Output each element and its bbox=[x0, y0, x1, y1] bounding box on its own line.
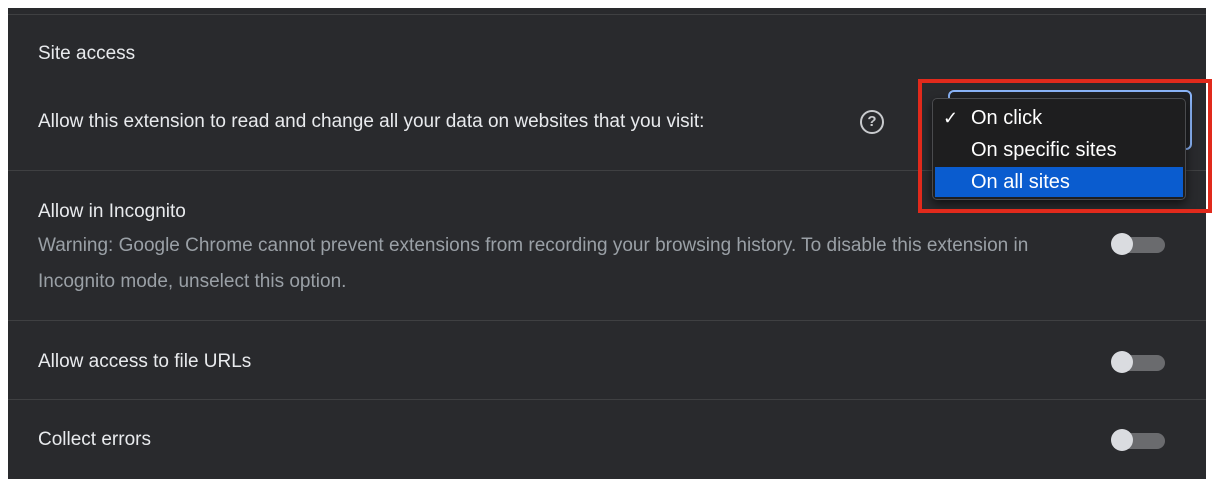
collect-errors-toggle[interactable] bbox=[1111, 429, 1165, 451]
toggle-knob bbox=[1111, 233, 1133, 255]
toggle-knob bbox=[1111, 351, 1133, 373]
incognito-warning: Warning: Google Chrome cannot prevent ex… bbox=[38, 235, 1029, 292]
site-access-heading: Site access bbox=[38, 43, 136, 64]
collect-errors-title: Collect errors bbox=[38, 429, 151, 450]
file-urls-toggle[interactable] bbox=[1111, 351, 1165, 373]
divider bbox=[8, 320, 1206, 321]
divider bbox=[8, 14, 1206, 15]
incognito-toggle[interactable] bbox=[1111, 233, 1165, 255]
annotation-highlight-box bbox=[918, 79, 1212, 213]
incognito-title: Allow in Incognito bbox=[38, 201, 186, 222]
site-access-description: Allow this extension to read and change … bbox=[38, 111, 705, 132]
help-circle-icon[interactable]: ? bbox=[860, 110, 884, 134]
file-urls-title: Allow access to file URLs bbox=[38, 351, 252, 372]
divider bbox=[8, 399, 1206, 400]
toggle-knob bbox=[1111, 429, 1133, 451]
